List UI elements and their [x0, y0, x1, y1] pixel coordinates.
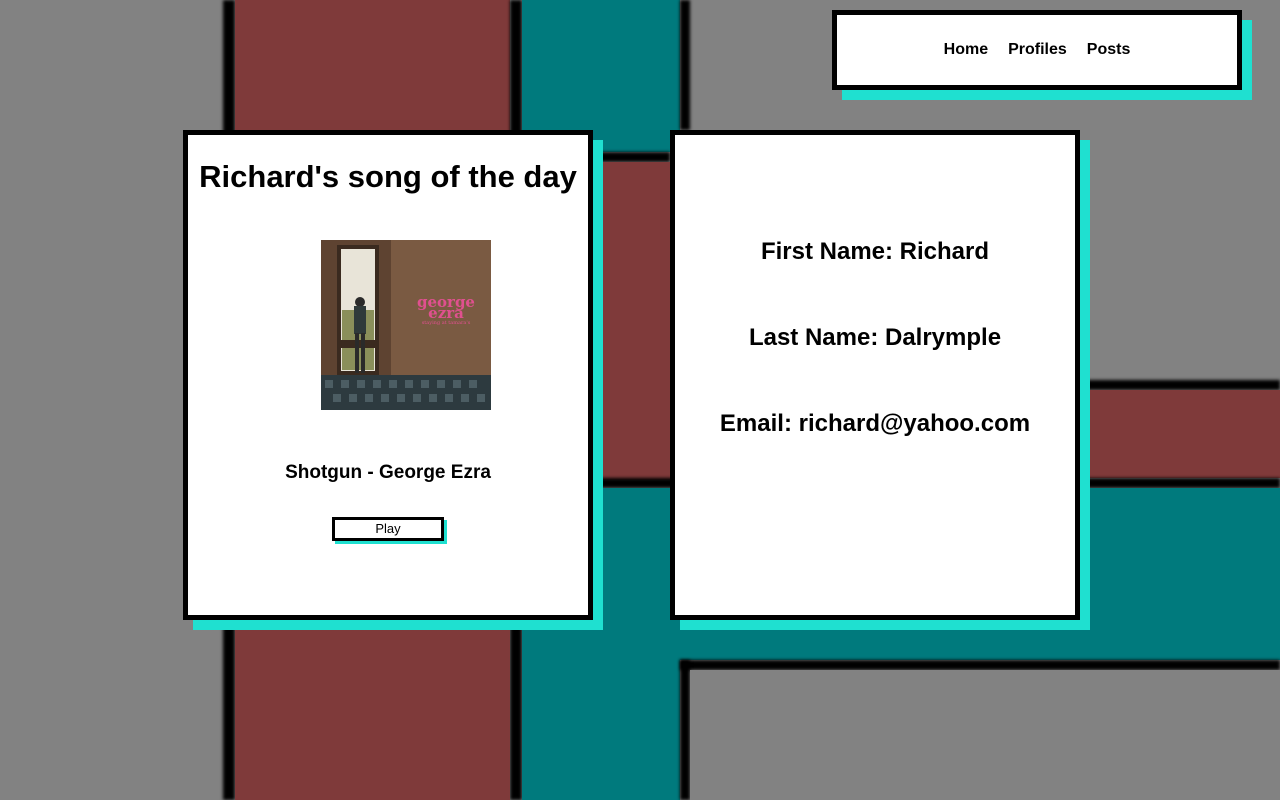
top-nav: Home Profiles Posts [832, 10, 1242, 90]
play-button[interactable]: Play [332, 517, 444, 541]
song-card: Richard's song of the day george ezra st… [183, 130, 593, 620]
album-cover: george ezra staying at tamara's [321, 240, 491, 410]
song-card-title: Richard's song of the day [199, 159, 577, 194]
song-name: Shotgun - George Ezra [285, 462, 491, 483]
profile-card: First Name: Richard Last Name: Dalrymple… [670, 130, 1080, 620]
svg-text:staying at tamara's: staying at tamara's [422, 320, 471, 326]
nav-posts-link[interactable]: Posts [1087, 41, 1131, 59]
nav-home-link[interactable]: Home [944, 41, 988, 59]
email-text: Email: richard@yahoo.com [719, 410, 1031, 437]
nav-profiles-link[interactable]: Profiles [1008, 41, 1067, 59]
last-name-text: Last Name: Dalrymple [748, 324, 1002, 351]
first-name-text: First Name: Richard [760, 238, 990, 265]
play-button-wrap: Play [332, 517, 447, 544]
